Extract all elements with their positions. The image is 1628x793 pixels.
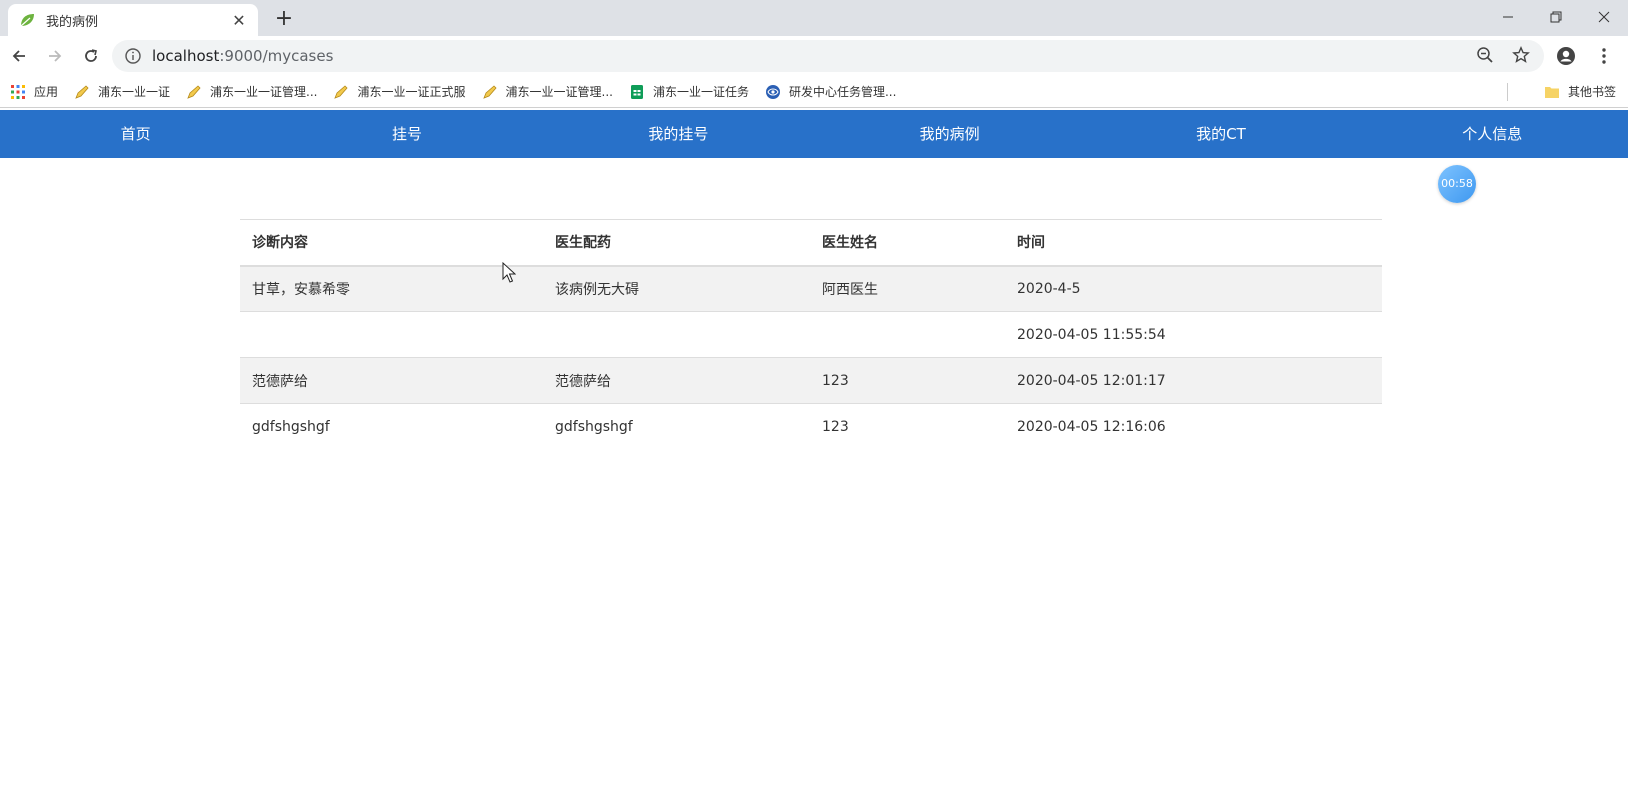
more-vertical-icon (1602, 48, 1606, 64)
nav-my-ct[interactable]: 我的CT (1085, 110, 1356, 158)
table-row: gdfshgshgf gdfshgshgf 123 2020-04-05 12:… (240, 403, 1382, 450)
leaf-icon (20, 14, 34, 27)
zoom-out-icon[interactable] (1476, 46, 1494, 64)
sheet-icon (630, 84, 643, 99)
browser-tab[interactable]: 我的病例 ✕ (8, 4, 258, 36)
url-host: localhost (152, 47, 220, 65)
minimize-icon (1503, 16, 1513, 18)
bookmark-apps[interactable]: 应用 (10, 83, 58, 100)
timer-badge: 00:58 (1438, 165, 1476, 203)
url-path: :9000/mycases (219, 47, 334, 65)
bookmark-label: 浦东一业一证 (98, 85, 171, 99)
folder-icon (1544, 86, 1559, 98)
table-row: 范德萨给 范德萨给 123 2020-04-05 12:01:17 (240, 357, 1382, 404)
table-header-row: 诊断内容 医生配药 医生姓名 时间 (240, 219, 1382, 267)
column-header-time: 时间 (1005, 219, 1382, 267)
cell-diagnosis (240, 311, 543, 358)
cell-medication: gdfshgshgf (543, 403, 810, 450)
bookmark-label: 应用 (34, 85, 59, 99)
apps-grid-icon (11, 84, 25, 99)
browser-titlebar: 我的病例 ✕ + (0, 0, 1628, 36)
bookmark-item[interactable]: 浦东一业一证管理... (482, 83, 613, 100)
cell-medication: 该病例无大碍 (543, 265, 810, 312)
cell-doctor: 阿西医生 (810, 265, 1005, 312)
bookmark-label: 浦东一业一证管理... (505, 85, 613, 99)
nav-my-registrations[interactable]: 我的挂号 (543, 110, 814, 158)
cell-medication (543, 311, 810, 358)
cell-doctor (810, 311, 1005, 358)
cell-doctor: 123 (810, 357, 1005, 404)
table-row: 2020-04-05 11:55:54 (240, 311, 1382, 358)
back-button[interactable] (2, 39, 36, 73)
cell-medication: 范德萨给 (543, 357, 810, 404)
bookmark-item[interactable]: 研发中心任务管理... (765, 83, 896, 100)
arrow-right-icon (49, 50, 62, 62)
other-bookmarks-label: 其他书签 (1567, 85, 1616, 99)
other-bookmarks[interactable]: 其他书签 (1544, 83, 1616, 100)
profile-button[interactable] (1550, 40, 1582, 72)
cases-table: 诊断内容 医生配药 医生姓名 时间 甘草，安慕希零 该病例无大碍 阿西医生 20… (240, 219, 1382, 450)
reload-icon (85, 49, 97, 62)
restore-button[interactable] (1532, 0, 1580, 34)
bookmark-item[interactable]: 浦东一业一证正式服 (333, 83, 466, 100)
bookmark-label: 浦东一业一证任务 (652, 85, 749, 99)
forward-button[interactable] (38, 39, 72, 73)
cell-diagnosis: 范德萨给 (240, 357, 543, 404)
minimize-button[interactable] (1484, 0, 1532, 34)
nav-personal-info[interactable]: 个人信息 (1357, 110, 1628, 158)
info-icon (125, 48, 141, 64)
table-row: 甘草，安慕希零 该病例无大碍 阿西医生 2020-4-5 (240, 265, 1382, 312)
cell-time: 2020-04-05 12:01:17 (1005, 357, 1382, 404)
cell-diagnosis: gdfshgshgf (240, 403, 543, 450)
browser-toolbar: localhost:9000/mycases (0, 36, 1628, 76)
menu-button[interactable] (1588, 40, 1620, 72)
close-icon (1598, 11, 1610, 23)
nav-home[interactable]: 首页 (0, 110, 271, 158)
address-bar[interactable]: localhost:9000/mycases (112, 40, 1544, 72)
cell-time: 2020-04-05 11:55:54 (1005, 311, 1382, 358)
cases-table-container: 诊断内容 医生配药 医生姓名 时间 甘草，安慕希零 该病例无大碍 阿西医生 20… (240, 219, 1382, 450)
bookmark-label: 研发中心任务管理... (788, 85, 897, 99)
cell-time: 2020-04-05 12:16:06 (1005, 403, 1382, 450)
cell-time: 2020-4-5 (1005, 265, 1382, 312)
pen-icon (482, 84, 497, 99)
cell-diagnosis: 甘草，安慕希零 (240, 265, 543, 312)
bookmark-item[interactable]: 浦东一业一证管理... (186, 83, 317, 100)
new-tab-button[interactable]: + (270, 6, 298, 34)
arrow-left-icon (12, 50, 25, 62)
bookmark-label: 浦东一业一证管理... (210, 85, 318, 99)
bookmark-item[interactable]: 浦东一业一证任务 (629, 83, 749, 100)
column-header-diagnosis: 诊断内容 (240, 219, 543, 267)
globe-icon (765, 84, 780, 99)
reload-button[interactable] (74, 39, 108, 73)
star-icon[interactable] (1512, 46, 1530, 64)
bookmarks-bar: 应用 浦东一业一证 浦东一业一证管理... 浦东一业一证正式服 浦东一业一证管理… (0, 76, 1628, 108)
bookmarks-divider (1507, 83, 1508, 101)
window-controls (1484, 0, 1628, 34)
nav-my-cases[interactable]: 我的病例 (814, 110, 1085, 158)
tab-close-icon[interactable]: ✕ (230, 11, 248, 30)
column-header-doctor: 医生姓名 (810, 219, 1005, 267)
nav-register[interactable]: 挂号 (271, 110, 542, 158)
restore-icon (1550, 11, 1562, 23)
pen-icon (187, 84, 201, 99)
cell-doctor: 123 (810, 403, 1005, 450)
mouse-cursor-icon (502, 262, 516, 283)
site-navbar: 首页 挂号 我的挂号 我的病例 我的CT 个人信息 (0, 110, 1628, 158)
close-window-button[interactable] (1580, 0, 1628, 34)
column-header-medication: 医生配药 (543, 219, 810, 267)
bookmark-item[interactable]: 浦东一业一证 (74, 83, 170, 100)
tab-title: 我的病例 (46, 14, 99, 30)
bookmark-label: 浦东一业一证正式服 (357, 85, 466, 99)
pen-icon (75, 84, 89, 99)
pen-icon (334, 84, 349, 99)
account-icon (1557, 47, 1575, 65)
